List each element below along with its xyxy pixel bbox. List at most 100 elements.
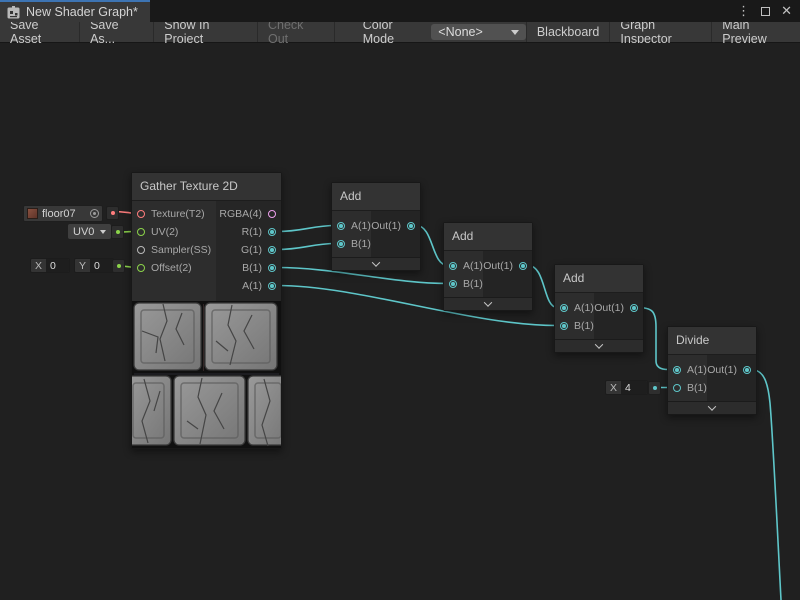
object-picker-icon[interactable] xyxy=(90,209,99,218)
node-add-2[interactable]: Add A(1) B(1) Out(1) xyxy=(443,222,533,311)
node-collapse-strip[interactable] xyxy=(332,257,420,270)
texture-preview xyxy=(132,301,281,448)
port-out[interactable] xyxy=(407,222,415,230)
chevron-down-icon xyxy=(595,340,603,348)
port-label: Out(1) xyxy=(707,364,737,376)
texture-port-connector[interactable] xyxy=(106,206,119,220)
offset-port-connector[interactable] xyxy=(112,259,125,273)
wire-layer xyxy=(0,43,800,600)
node-collapse-strip[interactable] xyxy=(668,401,756,414)
shader-graph-icon xyxy=(7,6,20,19)
port-label: B(1) xyxy=(242,262,262,274)
port-a-input[interactable] xyxy=(449,262,457,270)
color-mode-label: Color Mode xyxy=(363,18,424,46)
port-out[interactable] xyxy=(743,366,751,374)
port-b-input[interactable] xyxy=(337,240,345,248)
port-offset[interactable] xyxy=(137,264,145,272)
blackboard-button[interactable]: Blackboard xyxy=(526,22,610,42)
port-texture[interactable] xyxy=(137,210,145,218)
node-collapse-strip[interactable] xyxy=(555,339,643,352)
uv-port-connector[interactable] xyxy=(111,225,124,239)
divide-b-port-connector[interactable] xyxy=(648,381,661,395)
color-mode-dropdown[interactable]: <None> xyxy=(431,24,526,40)
port-label: A(1) xyxy=(463,260,483,272)
divide-b-field: X 4 xyxy=(605,380,648,395)
color-mode-group: Color Mode <None> xyxy=(363,22,526,42)
save-asset-button[interactable]: Save Asset xyxy=(0,22,80,42)
maximize-icon[interactable] xyxy=(761,4,770,19)
port-label: Out(1) xyxy=(483,260,513,272)
port-label: G(1) xyxy=(241,244,262,256)
texture-name: floor07 xyxy=(42,208,86,220)
node-title: Gather Texture 2D xyxy=(132,173,281,201)
port-out[interactable] xyxy=(519,262,527,270)
port-label: B(1) xyxy=(574,320,594,332)
toolbar: Save Asset Save As... Show In Project Ch… xyxy=(0,22,800,43)
y-value[interactable]: 0 xyxy=(90,259,113,272)
node-title: Add xyxy=(444,223,532,251)
port-label: Texture(T2) xyxy=(151,208,205,220)
chevron-down-icon xyxy=(372,258,380,266)
wire-r-to-add1-a[interactable] xyxy=(277,226,336,232)
uv-channel-dropdown[interactable]: UV0 xyxy=(68,224,111,239)
port-b-input[interactable] xyxy=(560,322,568,330)
tab-new-shader-graph[interactable]: New Shader Graph* xyxy=(0,0,150,22)
port-label: B(1) xyxy=(351,238,371,250)
texture-object-field[interactable]: floor07 xyxy=(23,205,103,222)
y-label: Y xyxy=(75,260,90,272)
input-ports: Texture(T2) UV(2) Sampler(SS) Offset(2) xyxy=(132,201,216,301)
port-b[interactable] xyxy=(268,264,276,272)
port-r[interactable] xyxy=(268,228,276,236)
graph-inspector-button[interactable]: Graph Inspector xyxy=(609,22,711,42)
x-label: X xyxy=(606,382,621,394)
port-label: B(1) xyxy=(687,382,707,394)
node-divide[interactable]: Divide A(1) B(1) Out(1) xyxy=(667,326,757,415)
x-label: X xyxy=(31,260,46,272)
port-a-input[interactable] xyxy=(337,222,345,230)
port-label: R(1) xyxy=(242,226,262,238)
port-a[interactable] xyxy=(268,282,276,290)
main-preview-button[interactable]: Main Preview xyxy=(711,22,800,42)
node-title: Divide xyxy=(668,327,756,355)
chevron-down-icon xyxy=(484,298,492,306)
uv-channel-value: UV0 xyxy=(73,226,94,238)
show-in-project-button[interactable]: Show In Project xyxy=(154,22,258,42)
port-b-input[interactable] xyxy=(673,384,681,392)
divide-b-x-field[interactable]: X 4 xyxy=(605,380,648,395)
port-label: UV(2) xyxy=(151,226,178,238)
node-add-3[interactable]: Add A(1) B(1) Out(1) xyxy=(554,264,644,353)
toolbar-right: Blackboard Graph Inspector Main Preview xyxy=(526,22,800,42)
close-icon[interactable]: ✕ xyxy=(781,3,792,19)
shader-graph-window: New Shader Graph* ⋮ ✕ Save Asset Save As… xyxy=(0,0,800,600)
port-g[interactable] xyxy=(268,246,276,254)
port-a-input[interactable] xyxy=(673,366,681,374)
port-label: RGBA(4) xyxy=(219,208,262,220)
node-collapse-strip[interactable] xyxy=(444,297,532,310)
port-uv[interactable] xyxy=(137,228,145,236)
save-as-button[interactable]: Save As... xyxy=(80,22,154,42)
graph-canvas[interactable]: Gather Texture 2D Texture(T2) UV(2) Samp… xyxy=(0,43,800,600)
offset-y-field[interactable]: Y 0 xyxy=(74,258,114,273)
port-label: A(1) xyxy=(351,220,371,232)
offset-x-field[interactable]: X 0 xyxy=(30,258,70,273)
offset-vector2-field: X 0 Y 0 xyxy=(30,258,114,273)
port-label: Out(1) xyxy=(594,302,624,314)
port-sampler[interactable] xyxy=(137,246,145,254)
node-gather-texture-2d[interactable]: Gather Texture 2D Texture(T2) UV(2) Samp… xyxy=(131,172,282,449)
port-a-input[interactable] xyxy=(560,304,568,312)
port-label: Offset(2) xyxy=(151,262,192,274)
check-out-button: Check Out xyxy=(258,22,335,42)
node-add-1[interactable]: Add A(1) B(1) Out(1) xyxy=(331,182,421,271)
tab-title: New Shader Graph* xyxy=(26,5,138,19)
port-label: A(1) xyxy=(574,302,594,314)
port-rgba[interactable] xyxy=(268,210,276,218)
port-label: A(1) xyxy=(687,364,707,376)
more-options-icon[interactable]: ⋮ xyxy=(737,3,750,19)
chevron-down-icon xyxy=(708,402,716,410)
port-out[interactable] xyxy=(630,304,638,312)
x-value[interactable]: 4 xyxy=(621,381,647,394)
wire-g-to-add1-b[interactable] xyxy=(277,244,336,250)
x-value[interactable]: 0 xyxy=(46,259,69,272)
port-b-input[interactable] xyxy=(449,280,457,288)
port-label: Out(1) xyxy=(371,220,401,232)
